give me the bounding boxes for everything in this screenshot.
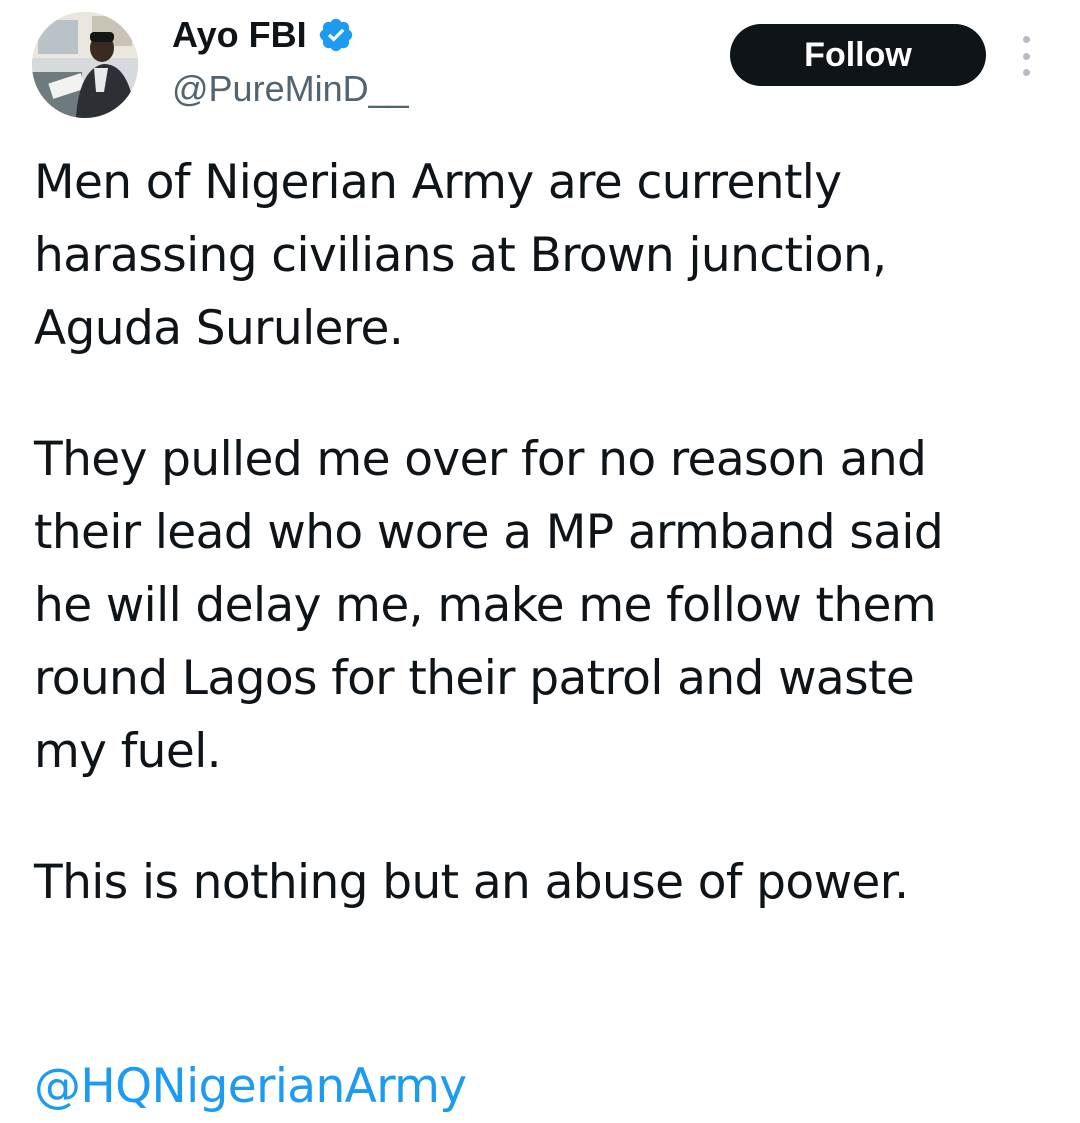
tweet-paragraph-3: This is nothing but an abuse of power. (34, 855, 909, 910)
tweet-paragraph-2: They pulled me over for no reason and th… (34, 432, 944, 779)
avatar[interactable] (32, 12, 138, 118)
more-dot (1022, 52, 1030, 60)
tweet-card: Ayo FBI @PureMinD__ Follow Men of Nigeri… (0, 0, 1080, 1114)
more-dot (1022, 36, 1030, 43)
mention-link[interactable]: @HQNigerianArmy (34, 1059, 467, 1114)
name-row: Ayo FBI (172, 12, 355, 58)
follow-button[interactable]: Follow (730, 24, 986, 86)
tweet-text: Men of Nigerian Army are currently haras… (34, 146, 1044, 1123)
more-vertical-icon[interactable] (1008, 36, 1044, 76)
mention-paragraph: @HQNigerianArmy (34, 977, 1044, 1123)
verified-badge-icon (317, 16, 355, 54)
more-dot (1022, 69, 1030, 76)
tweet-paragraph-1: Men of Nigerian Army are currently haras… (34, 155, 887, 356)
display-name[interactable]: Ayo FBI (172, 12, 307, 58)
avatar-image (32, 12, 138, 118)
user-handle[interactable]: @PureMinD__ (172, 66, 409, 112)
